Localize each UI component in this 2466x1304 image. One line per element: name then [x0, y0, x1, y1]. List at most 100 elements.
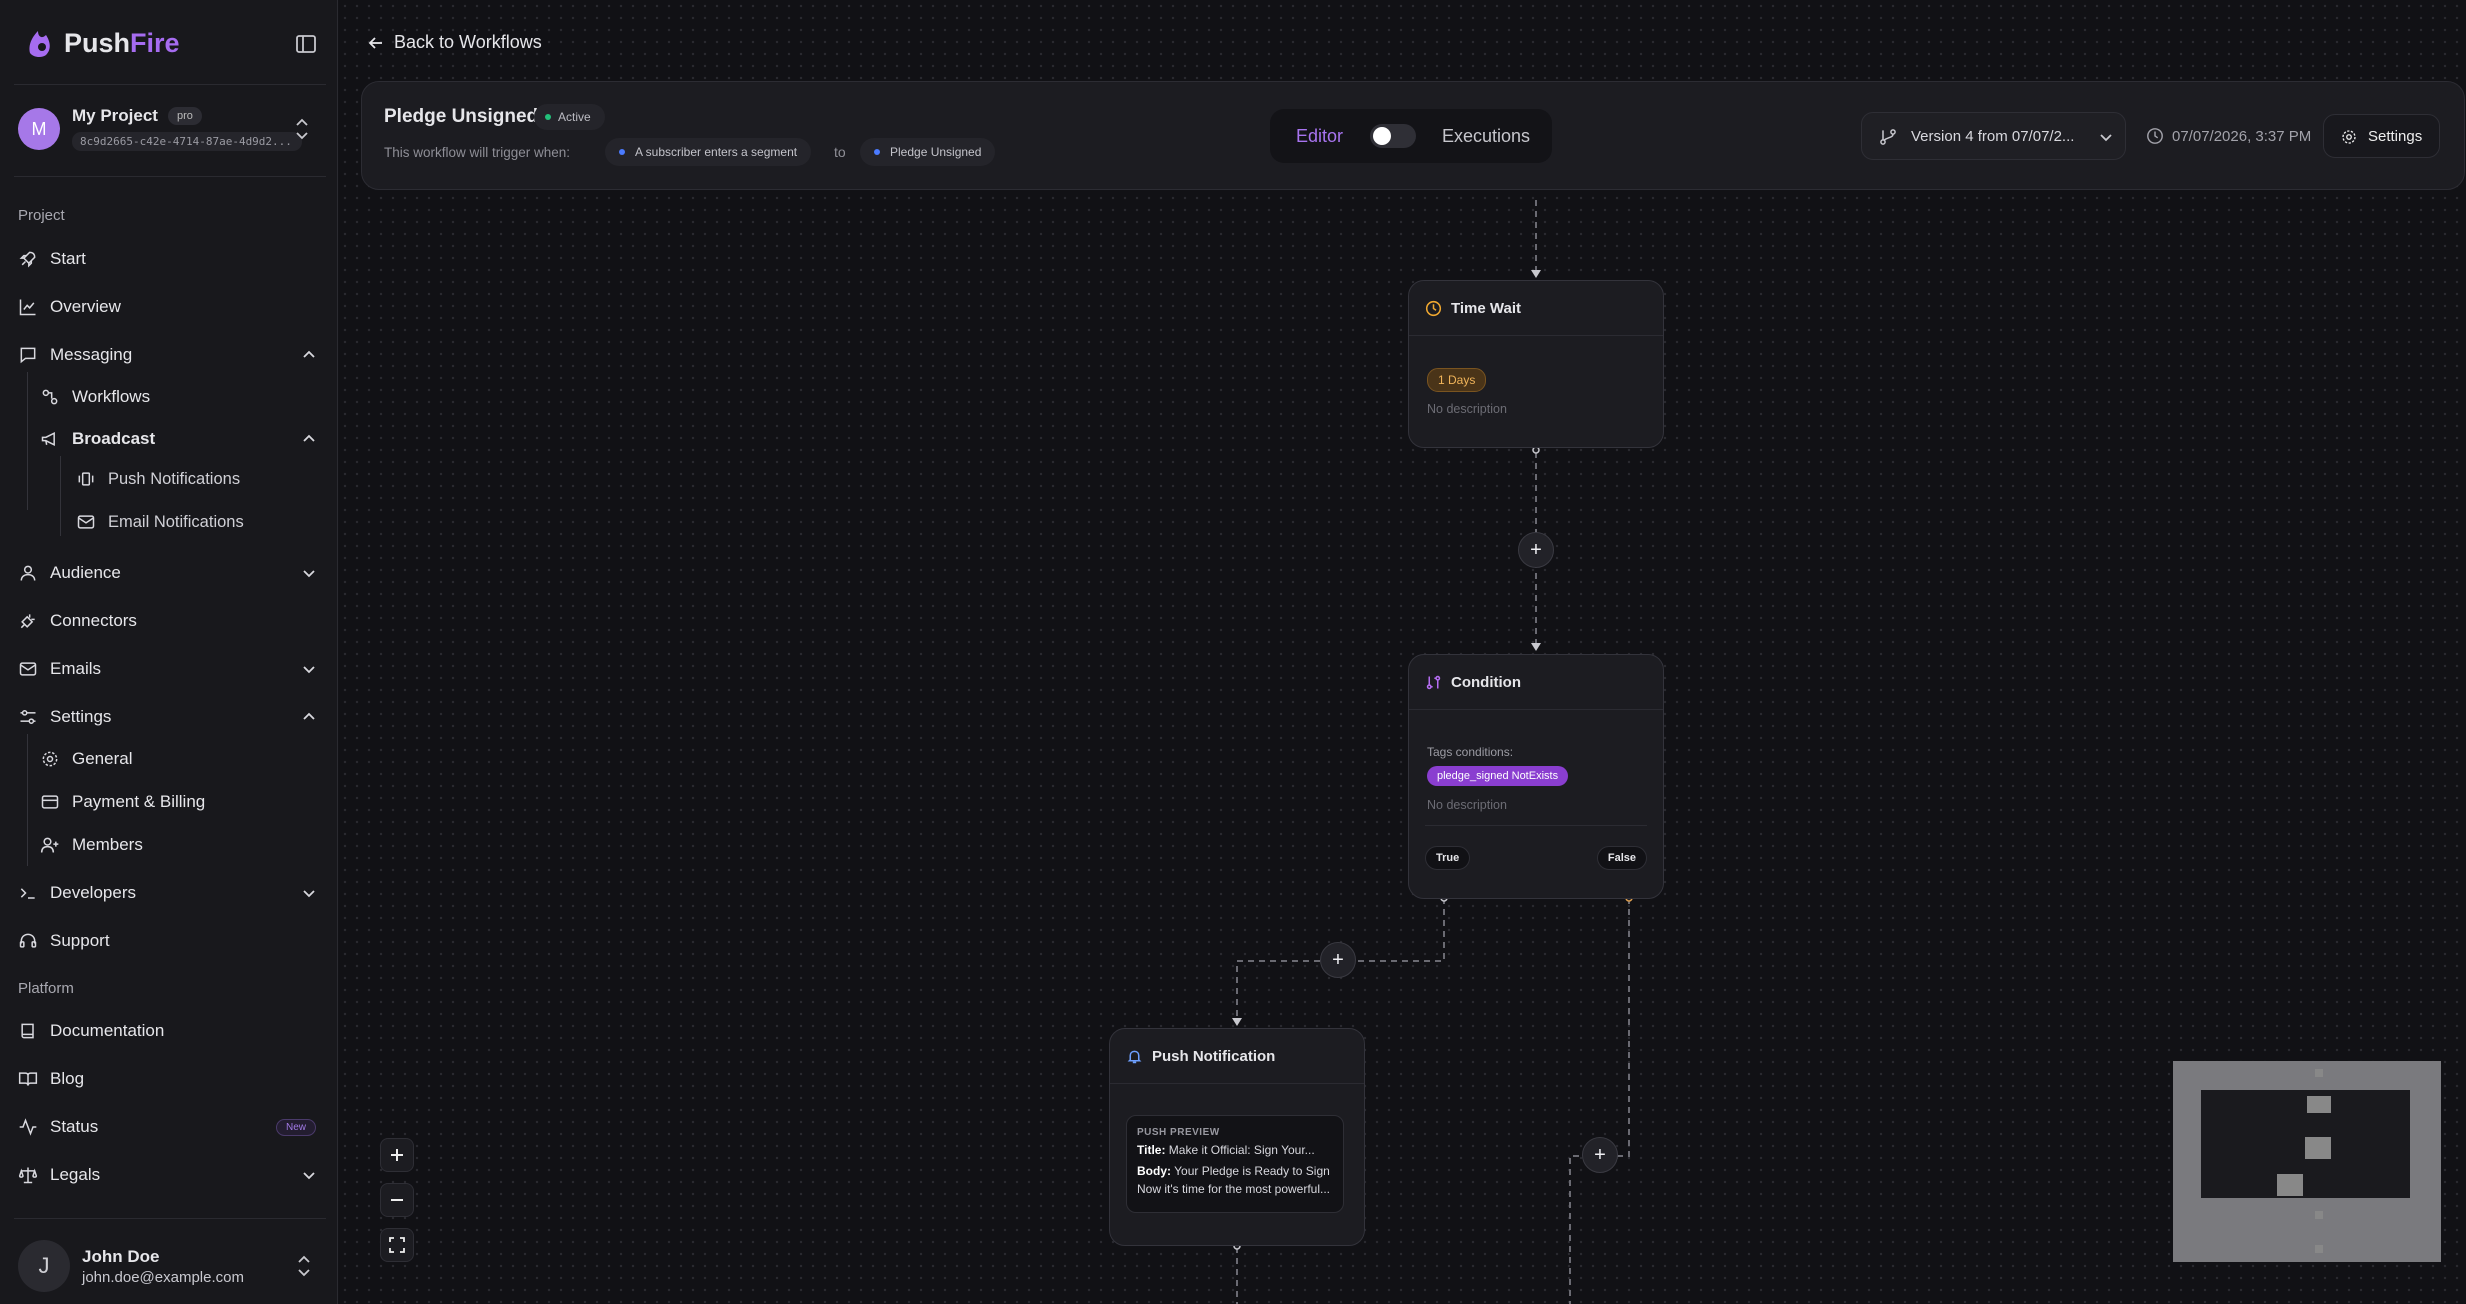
sidebar-item-support[interactable]: Support	[18, 926, 318, 956]
sidebar-item-email-notifications[interactable]: Email Notifications	[76, 507, 318, 537]
mode-toggle[interactable]	[1370, 124, 1416, 148]
brand-name: PushFire	[64, 28, 180, 59]
user-icon	[20, 565, 36, 581]
mode-switch: Editor Executions	[1270, 109, 1552, 163]
bell-icon	[1127, 1050, 1142, 1063]
minimap-node	[2315, 1069, 2323, 1077]
divider	[1425, 825, 1647, 826]
sidebar-item-label: General	[72, 749, 133, 768]
segment-pill[interactable]: Pledge Unsigned	[860, 138, 996, 166]
pushfire-logo-icon	[29, 31, 50, 58]
trigger-to-label: to	[834, 144, 846, 160]
sidebar-item-members[interactable]: Members	[40, 830, 318, 860]
mode-editor[interactable]: Editor	[1296, 126, 1343, 147]
sidebar-item-label: Developers	[50, 883, 136, 902]
node-condition[interactable]: Condition Tags conditions: pledge_signed…	[1408, 654, 1664, 899]
sidebar-item-developers[interactable]: Developers	[18, 878, 318, 908]
sidebar-item-label: Audience	[50, 563, 121, 582]
zoom-out-button[interactable]	[380, 1183, 414, 1217]
sidebar-item-general[interactable]: General	[40, 744, 318, 774]
back-to-workflows-link[interactable]: Back to Workflows	[366, 32, 542, 53]
project-avatar: M	[18, 108, 60, 150]
fit-view-button[interactable]	[380, 1228, 414, 1262]
gear-icon	[2342, 130, 2356, 144]
sidebar-item-label: Email Notifications	[108, 512, 244, 531]
activity-icon	[19, 1118, 37, 1136]
sidebar-item-label: Workflows	[72, 387, 151, 406]
minimap-node	[2305, 1137, 2331, 1159]
sidebar-item-label: Settings	[50, 707, 112, 726]
megaphone-icon	[41, 431, 55, 447]
push-preview-label: PUSH PREVIEW	[1137, 1127, 1220, 1138]
version-label: Version 4 from 07/07/2...	[1911, 128, 2075, 145]
sidebar-item-documentation[interactable]: Documentation	[18, 1016, 318, 1046]
sidebar-item-audience[interactable]: Audience	[18, 558, 318, 588]
rocket-icon	[19, 251, 36, 268]
chevron-up-icon	[303, 712, 315, 720]
chevron-up-icon	[303, 434, 315, 442]
sidebar-item-label: Support	[50, 931, 110, 950]
branch-false: False	[1596, 846, 1647, 870]
git-compare-icon	[1426, 675, 1441, 689]
node-title: Time Wait	[1451, 299, 1522, 317]
chevrons-up-down-icon	[296, 118, 308, 140]
user-avatar: J	[18, 1240, 70, 1292]
node-push-notification[interactable]: Push Notification PUSH PREVIEW Title: Ma…	[1109, 1028, 1365, 1246]
sidebar-item-status[interactable]: Status New	[18, 1112, 318, 1142]
maximize-icon	[389, 1237, 405, 1253]
sidebar-item-label: Emails	[50, 659, 102, 678]
trigger-event-pill[interactable]: A subscriber enters a segment	[605, 138, 812, 166]
node-time-wait[interactable]: Time Wait 1 Days No description	[1408, 280, 1664, 448]
workflow-title: Pledge Unsigned	[384, 106, 539, 127]
sidebar-item-payment-billing[interactable]: Payment & Billing	[40, 787, 318, 817]
mode-executions[interactable]: Executions	[1442, 126, 1530, 147]
status-badge: Active	[534, 104, 605, 130]
sidebar-item-label: Payment & Billing	[72, 792, 206, 811]
preview-body-key: Body:	[1137, 1164, 1171, 1178]
sidebar-item-label: Documentation	[50, 1021, 165, 1040]
sidebar-item-label: Push Notifications	[108, 469, 241, 488]
plug-icon	[20, 614, 35, 629]
timestamp: 07/07/2026, 3:37 PM	[2146, 127, 2311, 145]
minimap[interactable]	[2173, 1061, 2441, 1262]
sidebar-item-push-notifications[interactable]: Push Notifications	[76, 464, 318, 494]
minimap-viewport[interactable]	[2201, 1090, 2410, 1198]
add-step-button-false[interactable]: +	[1582, 1137, 1618, 1173]
minimap-node	[2277, 1174, 2303, 1196]
workflow-canvas[interactable]	[339, 0, 2466, 1304]
sidebar-item-workflows[interactable]: Workflows	[40, 382, 318, 412]
brand-push: Push	[64, 27, 131, 58]
sliders-icon	[20, 710, 36, 724]
tag-condition-badge: pledge_signed NotExists	[1427, 766, 1569, 786]
sidebar-item-emails[interactable]: Emails	[18, 654, 318, 684]
sidebar-item-broadcast[interactable]: Broadcast	[40, 424, 318, 454]
push-preview-body: Body: Your Pledge is Ready to Sign	[1137, 1161, 1333, 1182]
chevron-down-icon	[303, 890, 315, 898]
toggle-knob	[1373, 127, 1391, 145]
git-branch-icon	[1880, 129, 1896, 145]
sidebar-toggle-icon[interactable]	[294, 32, 318, 56]
logo[interactable]: PushFire	[26, 26, 180, 60]
sidebar-item-settings[interactable]: Settings	[18, 702, 318, 732]
sidebar-item-legals[interactable]: Legals	[18, 1160, 318, 1190]
divider	[14, 84, 326, 85]
add-step-button-true[interactable]: +	[1320, 942, 1356, 978]
tree-line	[27, 372, 28, 510]
zoom-in-button[interactable]	[380, 1138, 414, 1172]
user-menu[interactable]: J John Doe john.doe@example.com	[18, 1240, 318, 1294]
project-switcher[interactable]: M My Project pro 8c9d2665-c42e-4714-87ae…	[18, 106, 318, 154]
node-title: Push Notification	[1152, 1047, 1276, 1065]
preview-body-line2: Now it's time for the most powerful...	[1137, 1182, 1331, 1196]
timestamp-label: 07/07/2026, 3:37 PM	[2172, 127, 2312, 145]
settings-button[interactable]: Settings	[2323, 114, 2440, 158]
node-header: Time Wait	[1409, 281, 1663, 336]
clock-icon	[1425, 300, 1442, 316]
sidebar-item-blog[interactable]: Blog	[18, 1064, 318, 1094]
add-step-button[interactable]: +	[1518, 532, 1554, 568]
push-preview: PUSH PREVIEW Title: Make it Official: Si…	[1126, 1115, 1344, 1213]
sidebar-item-start[interactable]: Start	[18, 244, 318, 274]
sidebar-item-connectors[interactable]: Connectors	[18, 606, 318, 636]
sidebar-item-overview[interactable]: Overview	[18, 292, 318, 322]
version-select[interactable]: Version 4 from 07/07/2...	[1861, 112, 2126, 160]
sidebar-item-messaging[interactable]: Messaging	[18, 340, 318, 370]
